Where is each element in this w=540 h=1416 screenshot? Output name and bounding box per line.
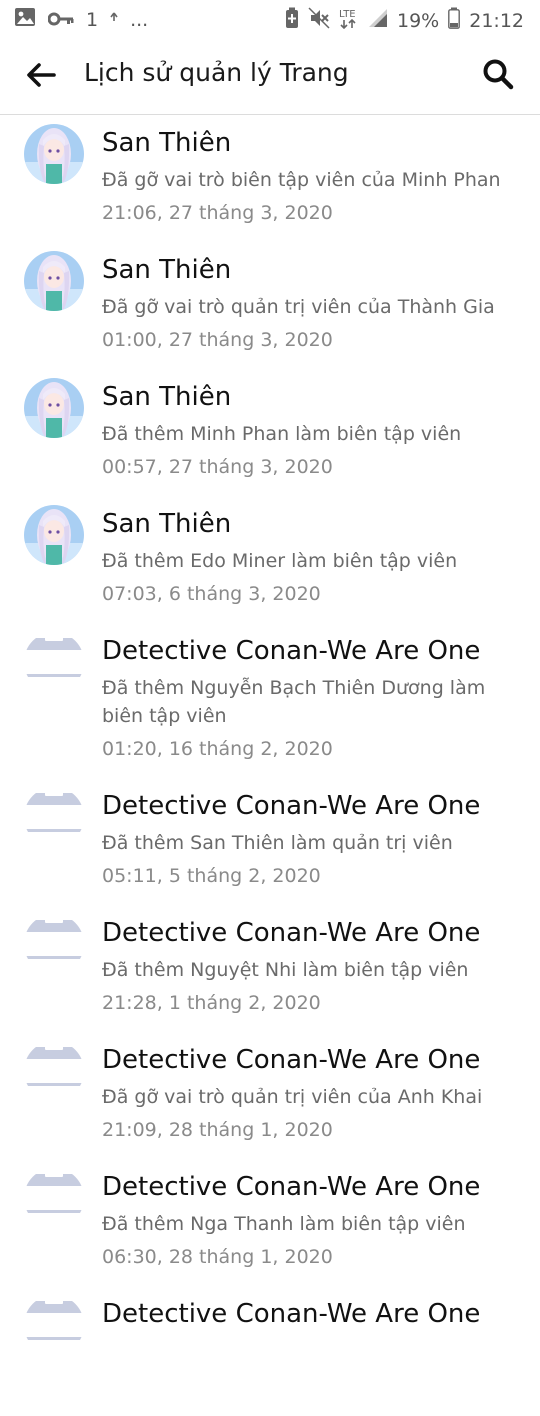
- actor-name[interactable]: Detective Conan-We Are One: [102, 1170, 524, 1204]
- page-avatar[interactable]: [24, 1168, 84, 1228]
- action-text: Đã gỡ vai trò quản trị viên của Anh Khai: [102, 1086, 483, 1108]
- actor-name[interactable]: San Thiên: [102, 126, 524, 160]
- battery-saver-icon: [285, 7, 299, 34]
- list-item[interactable]: San Thiên Đã gỡ vai trò quản trị viên của…: [0, 243, 540, 370]
- timestamp: 01:00, 27 tháng 3, 2020: [102, 329, 333, 351]
- action-text: Đã thêm Nguyễn Bạch Thiên Dương làm biên…: [102, 677, 486, 727]
- page-avatar[interactable]: [24, 632, 84, 692]
- timestamp: 01:20, 16 tháng 2, 2020: [102, 738, 333, 760]
- timestamp: 21:09, 28 tháng 1, 2020: [102, 1119, 333, 1141]
- back-button[interactable]: [22, 58, 60, 96]
- actor-name[interactable]: Detective Conan-We Are One: [102, 634, 524, 668]
- action-text: Đã thêm Nga Thanh làm biên tập viên: [102, 1213, 466, 1235]
- list-item[interactable]: San Thiên Đã gỡ vai trò biên tập viên của…: [0, 116, 540, 243]
- list-item[interactable]: Detective Conan-We Are One Đã gỡ vai trò …: [0, 1033, 540, 1160]
- action-text: Đã gỡ vai trò biên tập viên của Minh Pha…: [102, 169, 501, 191]
- lte-icon: LTE: [339, 7, 359, 34]
- actor-name[interactable]: Detective Conan-We Are One: [102, 789, 524, 823]
- actor-name[interactable]: San Thiên: [102, 380, 524, 414]
- list-item[interactable]: Detective Conan-We Are One Đã thêm San Th…: [0, 779, 540, 906]
- actor-name[interactable]: San Thiên: [102, 507, 524, 541]
- status-left-text: 1: [86, 8, 99, 31]
- activity-list: San Thiên Đã gỡ vai trò biên tập viên của…: [0, 116, 540, 1375]
- action-text: Đã thêm San Thiên làm quản trị viên: [102, 832, 453, 854]
- list-item[interactable]: San Thiên Đã thêm Edo Miner làm biên tập …: [0, 497, 540, 624]
- user-avatar[interactable]: [24, 378, 84, 438]
- status-time: 21:12: [469, 9, 524, 32]
- battery-percent: 19%: [397, 9, 440, 32]
- actor-name[interactable]: San Thiên: [102, 253, 524, 287]
- list-item[interactable]: Detective Conan-We Are One: [0, 1287, 540, 1375]
- signal-icon: [368, 8, 388, 33]
- svg-text:LTE: LTE: [339, 9, 356, 20]
- timestamp: 21:28, 1 tháng 2, 2020: [102, 992, 321, 1014]
- user-avatar[interactable]: [24, 124, 84, 184]
- key-icon: [47, 8, 74, 32]
- status-bar-left: 1 ...: [14, 7, 148, 32]
- status-bar: 1 ... LTE 19% 21:12: [0, 0, 540, 38]
- timestamp: 06:30, 28 tháng 1, 2020: [102, 1246, 333, 1268]
- status-bar-right: LTE 19% 21:12: [285, 7, 524, 34]
- app-header: Lịch sử quản lý Trang: [0, 38, 540, 115]
- user-avatar[interactable]: [24, 505, 84, 565]
- timestamp: 21:06, 27 tháng 3, 2020: [102, 202, 333, 224]
- gallery-icon: [14, 7, 36, 32]
- search-icon: [482, 58, 514, 94]
- action-text: Đã thêm Nguyệt Nhi làm biên tập viên: [102, 959, 469, 981]
- back-arrow-icon: [26, 62, 56, 92]
- timestamp: 07:03, 6 tháng 3, 2020: [102, 583, 321, 605]
- upload-icon: [110, 8, 118, 32]
- status-ellipsis: ...: [130, 8, 149, 31]
- list-item[interactable]: Detective Conan-We Are One Đã thêm Nguyệt…: [0, 906, 540, 1033]
- page-avatar[interactable]: [24, 914, 84, 974]
- page-avatar[interactable]: [24, 787, 84, 847]
- page-avatar[interactable]: [24, 1295, 84, 1355]
- battery-icon: [448, 7, 461, 34]
- timestamp: 05:11, 5 tháng 2, 2020: [102, 865, 321, 887]
- mute-icon: [308, 7, 330, 34]
- page-title: Lịch sử quản lý Trang: [84, 58, 349, 87]
- actor-name[interactable]: Detective Conan-We Are One: [102, 1043, 524, 1077]
- actor-name[interactable]: Detective Conan-We Are One: [102, 1297, 524, 1331]
- search-button[interactable]: [478, 56, 518, 96]
- list-item[interactable]: Detective Conan-We Are One Đã thêm Nga Th…: [0, 1160, 540, 1287]
- list-item[interactable]: Detective Conan-We Are One Đã thêm Nguyễn…: [0, 624, 540, 779]
- page-avatar[interactable]: [24, 1041, 84, 1101]
- action-text: Đã thêm Minh Phan làm biên tập viên: [102, 423, 462, 445]
- action-text: Đã gỡ vai trò quản trị viên của Thành Gi…: [102, 296, 495, 318]
- timestamp: 00:57, 27 tháng 3, 2020: [102, 456, 333, 478]
- action-text: Đã thêm Edo Miner làm biên tập viên: [102, 550, 458, 572]
- actor-name[interactable]: Detective Conan-We Are One: [102, 916, 524, 950]
- list-item[interactable]: San Thiên Đã thêm Minh Phan làm biên tập …: [0, 370, 540, 497]
- user-avatar[interactable]: [24, 251, 84, 311]
